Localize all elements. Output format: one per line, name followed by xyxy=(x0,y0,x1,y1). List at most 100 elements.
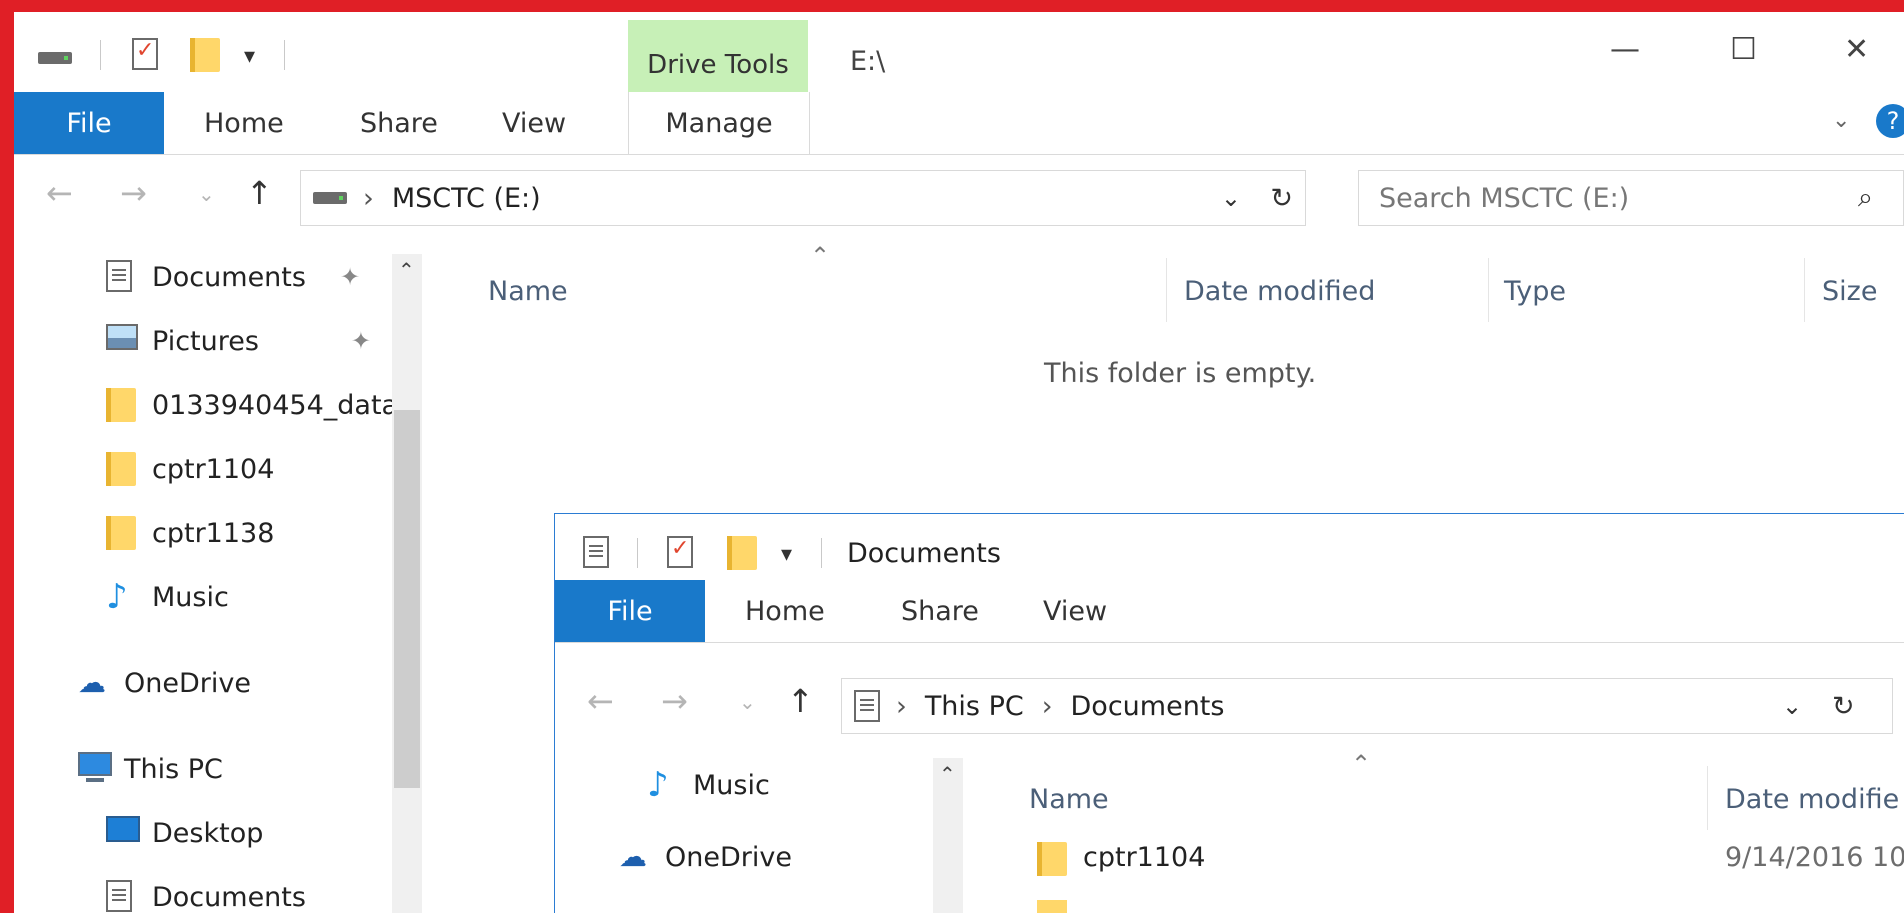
help-icon[interactable]: ? xyxy=(1876,104,1904,138)
refresh-icon[interactable]: ↻ xyxy=(1832,691,1855,722)
column-divider[interactable] xyxy=(1804,258,1805,322)
new-folder-icon[interactable] xyxy=(727,536,757,570)
nav-item-cptr1138[interactable]: cptr1138 xyxy=(106,516,274,550)
tab-view[interactable]: View xyxy=(1043,580,1107,642)
nav-item-0133940454-data[interactable]: 0133940454_data xyxy=(106,388,406,422)
tab-manage[interactable]: Manage xyxy=(628,92,810,154)
window-title: Documents xyxy=(847,538,1001,569)
breadcrumb-chevron-icon: › xyxy=(1041,690,1053,722)
folder-icon xyxy=(106,388,140,422)
column-header-date-modified[interactable]: Date modified xyxy=(1184,276,1375,307)
new-folder-icon[interactable] xyxy=(190,38,220,72)
up-arrow-icon[interactable]: ↑ xyxy=(787,682,814,720)
pictures-icon xyxy=(106,324,140,358)
close-button[interactable]: ✕ xyxy=(1844,32,1869,67)
search-icon[interactable]: ⌕ xyxy=(1858,182,1873,214)
column-header-type[interactable]: Type xyxy=(1504,276,1566,307)
nav-item-label: 0133940454_data xyxy=(152,389,399,421)
qat-separator xyxy=(100,40,101,70)
nav-item-pictures[interactable]: Pictures ✦ xyxy=(106,324,371,358)
folder-icon xyxy=(106,516,140,550)
music-icon: ♪ xyxy=(106,577,128,617)
recent-locations-icon[interactable]: ⌄ xyxy=(198,182,215,206)
search-placeholder: Search MSCTC (E:) xyxy=(1379,182,1630,214)
music-icon: ♪ xyxy=(647,765,669,805)
address-bar[interactable]: › MSCTC (E:) ⌄ ↻ xyxy=(300,170,1306,226)
nav-item-cptr1104[interactable]: cptr1104 xyxy=(106,452,274,486)
nav-item-documents[interactable]: Documents ✦ xyxy=(106,260,360,294)
nav-item-documents-pc[interactable]: Documents xyxy=(106,880,306,913)
qat-separator xyxy=(821,538,822,568)
column-divider[interactable] xyxy=(1707,766,1708,830)
nav-item-onedrive[interactable]: ☁ OneDrive xyxy=(619,840,792,874)
refresh-icon[interactable]: ↻ xyxy=(1270,183,1293,214)
nav-scrollbar[interactable]: ⌃ xyxy=(392,254,422,913)
row-name: cptr1104 xyxy=(1083,842,1206,873)
tab-home[interactable]: Home xyxy=(204,92,284,154)
column-divider[interactable] xyxy=(1166,258,1167,322)
forward-arrow-icon[interactable]: → xyxy=(120,174,147,212)
breadcrumb-documents[interactable]: Documents xyxy=(1071,691,1225,722)
properties-icon[interactable] xyxy=(132,38,158,70)
this-pc-icon xyxy=(78,752,112,786)
empty-folder-message: This folder is empty. xyxy=(1044,358,1317,389)
breadcrumb-drive[interactable]: MSCTC (E:) xyxy=(392,183,541,214)
explorer-window-documents: ▾ Documents File Home Share View ← → ⌄ ↑… xyxy=(554,513,1904,913)
nav-item-onedrive[interactable]: ☁ OneDrive xyxy=(78,666,251,700)
expand-ribbon-icon[interactable]: ⌄ xyxy=(1832,108,1850,133)
column-divider[interactable] xyxy=(1488,258,1489,322)
tab-share[interactable]: Share xyxy=(901,580,979,642)
document-icon xyxy=(106,880,140,913)
sort-ascending-icon: ⌃ xyxy=(810,242,831,270)
tab-home[interactable]: Home xyxy=(745,580,825,642)
address-bar[interactable]: › This PC › Documents ⌄ ↻ xyxy=(841,678,1893,734)
folder-icon xyxy=(1037,900,1067,913)
properties-icon[interactable] xyxy=(667,536,693,568)
address-dropdown-icon[interactable]: ⌄ xyxy=(1221,184,1241,212)
window-title: E:\ xyxy=(850,46,886,77)
ribbon-tab-bar: File Home Share View Manage ⌄ ? xyxy=(14,92,1904,155)
nav-item-music[interactable]: ♪ Music xyxy=(647,768,770,802)
desktop-icon xyxy=(106,816,140,850)
nav-item-music[interactable]: ♪ Music xyxy=(106,580,229,614)
nav-item-this-pc[interactable]: This PC xyxy=(78,752,223,786)
breadcrumb-chevron-icon: › xyxy=(896,690,907,722)
scroll-up-icon[interactable]: ⌃ xyxy=(939,762,956,786)
back-arrow-icon[interactable]: ← xyxy=(46,174,73,212)
nav-item-label: OneDrive xyxy=(124,667,251,699)
column-header-size[interactable]: Size xyxy=(1822,276,1877,307)
back-arrow-icon[interactable]: ← xyxy=(587,682,614,720)
scroll-thumb[interactable] xyxy=(394,410,420,788)
column-header-name[interactable]: Name xyxy=(488,276,568,307)
nav-item-label: Pictures xyxy=(152,325,259,357)
tab-view[interactable]: View xyxy=(502,92,566,154)
minimize-button[interactable]: — xyxy=(1610,32,1640,67)
nav-item-desktop[interactable]: Desktop xyxy=(106,816,263,850)
recent-locations-icon[interactable]: ⌄ xyxy=(739,690,756,714)
pin-icon[interactable]: ✦ xyxy=(340,263,360,291)
nav-scrollbar[interactable]: ⌃ xyxy=(933,758,963,913)
customize-qat-icon[interactable]: ▾ xyxy=(244,44,255,69)
up-arrow-icon[interactable]: ↑ xyxy=(246,174,273,212)
breadcrumb-this-pc[interactable]: This PC xyxy=(925,691,1024,722)
customize-qat-icon[interactable]: ▾ xyxy=(781,542,792,567)
breadcrumb-chevron-icon: › xyxy=(363,182,374,214)
tab-share[interactable]: Share xyxy=(360,92,438,154)
nav-item-label: Documents xyxy=(152,881,306,913)
scroll-up-icon[interactable]: ⌃ xyxy=(398,258,415,282)
drive-icon xyxy=(38,52,72,64)
folder-icon xyxy=(1037,842,1067,876)
search-box[interactable]: Search MSCTC (E:) ⌕ xyxy=(1358,170,1904,226)
column-header-name[interactable]: Name xyxy=(1029,784,1109,815)
maximize-button[interactable]: ☐ xyxy=(1730,32,1757,67)
nav-item-label: cptr1104 xyxy=(152,453,275,485)
pin-icon[interactable]: ✦ xyxy=(351,327,371,355)
tab-file[interactable]: File xyxy=(555,580,705,642)
column-header-date-modified[interactable]: Date modifie xyxy=(1725,784,1899,815)
tab-file[interactable]: File xyxy=(14,92,164,154)
nav-item-label: Documents xyxy=(152,261,306,293)
onedrive-icon: ☁ xyxy=(619,840,647,873)
forward-arrow-icon[interactable]: → xyxy=(661,682,688,720)
document-icon xyxy=(106,260,140,294)
address-dropdown-icon[interactable]: ⌄ xyxy=(1782,692,1802,720)
